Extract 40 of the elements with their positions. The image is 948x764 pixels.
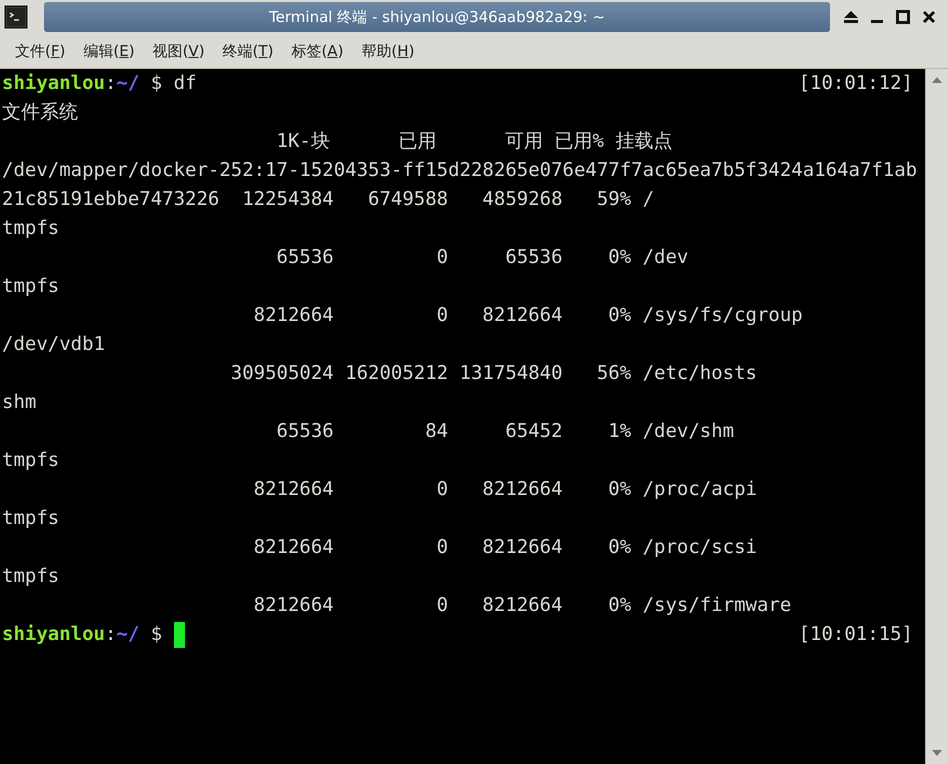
menu-item[interactable]: 编辑(E): [74, 42, 144, 60]
output-line: tmpfs: [2, 564, 60, 589]
timestamp: [10:01:12]: [798, 71, 913, 96]
output-line: tmpfs: [2, 448, 60, 473]
output-line: 8212664 0 8212664 0% /proc/acpi: [252, 477, 757, 502]
scroll-up-icon[interactable]: [931, 75, 943, 85]
output-line: 文件系统: [2, 100, 78, 125]
output-line: 65536 84 65452 1% /dev/shm: [276, 419, 734, 444]
output-line: 1K-块 已用 可用 已用% 挂载点: [276, 129, 672, 154]
maximize-icon: [896, 10, 910, 24]
menu-item[interactable]: 视图(V): [144, 42, 214, 60]
close-icon: [922, 10, 936, 24]
close-button[interactable]: [920, 8, 938, 26]
window-title: Terminal 终端 - shiyanlou@346aab982a29: ~: [269, 8, 605, 26]
output-line: tmpfs: [2, 274, 60, 299]
scrollbar[interactable]: [925, 69, 948, 764]
menu-item[interactable]: 文件(F): [6, 42, 74, 60]
output-line: 8212664 0 8212664 0% /proc/scsi: [252, 535, 757, 560]
output-line: tmpfs: [2, 216, 60, 241]
prompt-line: shiyanlou:~/ $ df: [2, 71, 197, 96]
output-line: 8212664 0 8212664 0% /sys/fs/cgroup: [252, 303, 803, 328]
scroll-down-icon[interactable]: [931, 748, 943, 758]
output-line: shm: [2, 390, 36, 415]
timestamp: [10:01:15]: [798, 622, 913, 647]
terminal-icon: [4, 5, 28, 29]
prompt-line: shiyanlou:~/ $: [2, 622, 164, 647]
output-line: /dev/vdb1: [2, 332, 105, 357]
eject-icon: [843, 10, 859, 24]
output-line: /dev/mapper/docker-252:17-15204353-ff15d228265e076e477f7ac65ea7b5f3424a164a7f1ab: [2, 158, 918, 183]
output-line: 309505024 162005212 131754840 56% /etc/hosts: [230, 361, 757, 386]
menu-item[interactable]: 标签(A): [282, 42, 352, 60]
maximize-button[interactable]: [894, 8, 912, 26]
output-line: tmpfs: [2, 506, 60, 531]
output-line: 65536 0 65536 0% /dev: [276, 245, 688, 270]
output-line: 21c85191ebbe7473226 12254384 6749588 4859268 59% /: [2, 187, 654, 212]
menu-item[interactable]: 帮助(H): [352, 42, 424, 60]
shade-button[interactable]: [842, 8, 860, 26]
output-line: 8212664 0 8212664 0% /sys/firmware: [252, 593, 792, 618]
menu-item[interactable]: 终端(T): [214, 42, 282, 60]
minimize-icon: [871, 20, 883, 23]
